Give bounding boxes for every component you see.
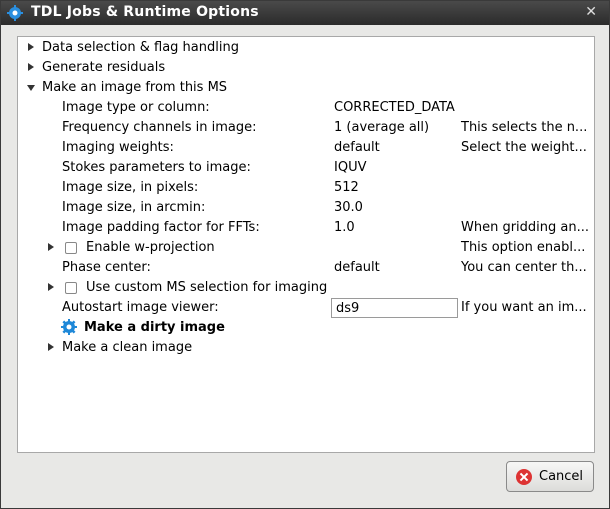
option-value[interactable]: default [334,140,380,155]
options-tree: Data selection & flag handling Generate … [17,36,595,453]
close-icon[interactable]: ✕ [585,4,597,20]
collapse-arrow-icon[interactable] [27,85,35,91]
option-desc: Select the weight... [461,140,587,155]
option-label: Imaging weights: [62,140,174,155]
option-desc: If you want an im... [461,300,587,315]
gear-icon [61,319,77,335]
tree-item-make-image[interactable]: Make an image from this MS [18,78,594,98]
option-desc: This option enabl... [461,240,586,255]
option-value[interactable]: 1.0 [334,220,355,235]
option-row[interactable]: Image size, in arcmin: 30.0 [18,198,594,218]
cancel-icon [516,469,532,485]
option-value[interactable]: default [334,260,380,275]
w-projection-checkbox[interactable] [65,242,77,254]
option-label: Image padding factor for FFTs: [62,220,260,235]
option-label: Frequency channels in image: [62,120,257,135]
expand-arrow-icon[interactable] [48,243,54,251]
option-row[interactable]: Image padding factor for FFTs: 1.0 When … [18,218,594,238]
option-label: Image type or column: [62,100,210,115]
option-label: Stokes parameters to image: [62,160,251,175]
option-value[interactable]: IQUV [334,160,366,175]
title-bar[interactable]: TDL Jobs & Runtime Options ✕ [1,1,609,25]
window-title: TDL Jobs & Runtime Options [31,4,259,20]
cancel-button[interactable]: Cancel [506,461,594,492]
option-label: Autostart image viewer: [62,300,219,315]
option-label: Phase center: [62,260,151,275]
tree-item-clean-image[interactable]: Make a clean image [18,338,594,358]
option-label: Image size, in pixels: [62,180,199,195]
option-row[interactable]: Image size, in pixels: 512 [18,178,594,198]
cancel-label: Cancel [539,469,584,484]
tree-item-data-selection[interactable]: Data selection & flag handling [18,38,594,58]
tree-item-generate-residuals[interactable]: Generate residuals [18,58,594,78]
option-row[interactable]: Stokes parameters to image: IQUV [18,158,594,178]
option-desc: This selects the n... [461,120,588,135]
expand-arrow-icon[interactable] [28,63,34,71]
option-row[interactable]: Frequency channels in image: 1 (average … [18,118,594,138]
expand-arrow-icon[interactable] [28,43,34,51]
tree-item-w-projection[interactable]: Enable w-projection This option enabl... [18,238,594,258]
expand-arrow-icon[interactable] [48,283,54,291]
option-desc: You can center th... [461,260,587,275]
expand-arrow-icon[interactable] [48,343,54,351]
app-gear-icon [7,5,23,21]
tree-item-dirty-image[interactable]: Make a dirty image [18,318,594,338]
option-value[interactable]: 1 (average all) [334,120,429,135]
option-value[interactable]: CORRECTED_DATA [334,100,455,115]
custom-ms-checkbox[interactable] [65,282,77,294]
option-row-phase-center[interactable]: Phase center: default You can center th.… [18,258,594,278]
option-label: Image size, in arcmin: [62,200,206,215]
tree-item-custom-ms[interactable]: Use custom MS selection for imaging [18,278,594,298]
option-row[interactable]: Imaging weights: default Select the weig… [18,138,594,158]
option-desc: When gridding an... [461,220,590,235]
option-value[interactable]: 30.0 [334,200,363,215]
autostart-viewer-input[interactable]: ds9 [331,298,458,318]
option-value[interactable]: 512 [334,180,359,195]
option-row-autostart[interactable]: Autostart image viewer: ds9 If you want … [18,298,594,318]
dialog-window: TDL Jobs & Runtime Options ✕ Data select… [0,0,610,509]
option-row[interactable]: Image type or column: CORRECTED_DATA [18,98,594,118]
